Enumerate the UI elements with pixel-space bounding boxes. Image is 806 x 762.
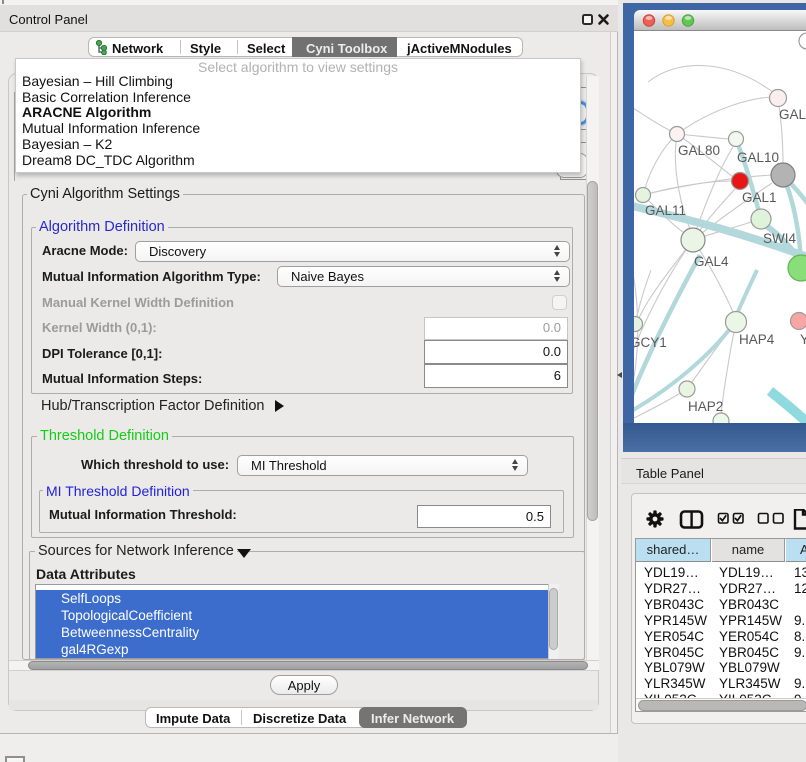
svg-text:HAP4: HAP4 [739,332,775,347]
svg-text:GAL11: GAL11 [645,203,686,218]
svg-text:HAP2: HAP2 [688,399,723,414]
svg-text:GAL4: GAL4 [694,254,729,269]
svg-text:GAL10: GAL10 [737,150,779,165]
svg-text:GAL2: GAL2 [779,107,806,122]
svg-text:GCY1: GCY1 [634,335,667,350]
svg-text:SWI4: SWI4 [763,231,796,246]
svg-text:GAL1: GAL1 [742,190,777,205]
svg-text:Y: Y [800,332,806,347]
svg-text:GAL80: GAL80 [678,143,720,158]
